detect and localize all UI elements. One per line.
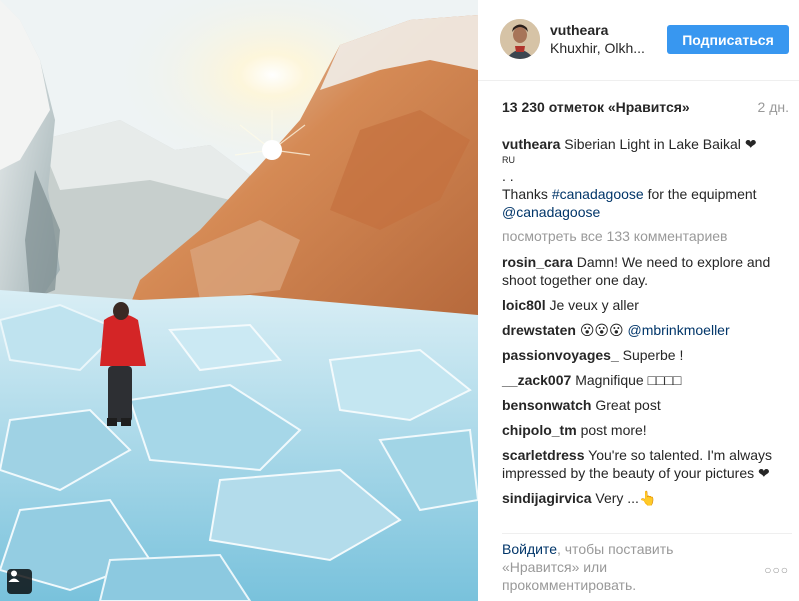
post-photo[interactable] [0, 0, 478, 601]
likes-count[interactable]: 13 230 отметок «Нравится» [502, 99, 690, 115]
hashtag-link[interactable]: #canadagoose [552, 186, 644, 202]
mention-link[interactable]: @mbrinkmoeller [628, 322, 730, 338]
post-side-panel: vutheara Khuxhir, Olkh... Подписаться 13… [478, 0, 799, 601]
comment-text: Superbe ! [622, 347, 684, 363]
comment-username[interactable]: rosin_cara [502, 254, 573, 270]
comment: bensonwatch Great post [502, 396, 792, 414]
comment-text: Very ...👆 [595, 490, 657, 506]
comment-text: 😮😮😮 [579, 322, 628, 338]
mention-link[interactable]: @canadagoose [502, 204, 600, 220]
post-header: vutheara Khuxhir, Olkh... Подписаться [478, 0, 799, 81]
thanks-suffix: for the equipment [643, 186, 757, 202]
language-code: RU [502, 155, 515, 165]
comment-username[interactable]: drewstaten [502, 322, 576, 338]
post-timestamp[interactable]: 2 дн. [758, 99, 789, 115]
heart-icon: ❤ [744, 136, 757, 152]
comment-username[interactable]: chipolo_tm [502, 422, 577, 438]
post-modal: vutheara Khuxhir, Olkh... Подписаться 13… [0, 0, 799, 601]
caption: vutheara Siberian Light in Lake Baikal ❤… [502, 135, 792, 221]
comment-username[interactable]: scarletdress [502, 447, 585, 463]
follow-button[interactable]: Подписаться [667, 25, 789, 54]
photo-illustration [0, 0, 478, 601]
login-prompt: Войдите, чтобы поставить «Нравится» или … [502, 540, 712, 594]
more-options-icon[interactable]: ○○○ [764, 563, 789, 577]
comment-text: Great post [595, 397, 661, 413]
comment-text: post more! [580, 422, 647, 438]
author-username[interactable]: vutheara [550, 22, 608, 38]
comment: sindijagirvica Very ...👆 [502, 489, 792, 507]
comment-username[interactable]: passionvoyages_ [502, 347, 619, 363]
comment: rosin_cara Damn! We need to explore and … [502, 253, 792, 289]
comment-username[interactable]: loic80l [502, 297, 546, 313]
avatar[interactable] [500, 19, 540, 59]
post-location[interactable]: Khuxhir, Olkh... [550, 40, 660, 56]
load-more-comments[interactable]: посмотреть все 133 комментариев [502, 227, 792, 245]
comment-text: Je veux y aller [549, 297, 639, 313]
comment: __zack007 Magnifique □□□□ [502, 371, 792, 389]
comment: chipolo_tm post more! [502, 421, 792, 439]
thanks-prefix: Thanks [502, 186, 552, 202]
caption-dots: . . [502, 168, 514, 184]
comment: scarletdress You're so talented. I'm alw… [502, 446, 792, 482]
comments-list: vutheara Siberian Light in Lake Baikal ❤… [502, 135, 792, 514]
comment: loic80l Je veux y aller [502, 296, 792, 314]
login-link[interactable]: Войдите [502, 541, 557, 557]
likes-row: 13 230 отметок «Нравится» 2 дн. [478, 80, 799, 130]
comment-username[interactable]: __zack007 [502, 372, 571, 388]
caption-username[interactable]: vutheara [502, 136, 560, 152]
comment: passionvoyages_ Superbe ! [502, 346, 792, 364]
caption-text: Siberian Light in Lake Baikal [564, 136, 741, 152]
comment-username[interactable]: bensonwatch [502, 397, 591, 413]
person-icon[interactable] [7, 569, 32, 594]
comment: drewstaten 😮😮😮 @mbrinkmoeller [502, 321, 792, 339]
comment-username[interactable]: sindijagirvica [502, 490, 591, 506]
caption-thanks: Thanks #canadagoose for the equipment @c… [502, 185, 792, 221]
divider [502, 533, 792, 534]
comment-text: Magnifique □□□□ [575, 372, 682, 388]
